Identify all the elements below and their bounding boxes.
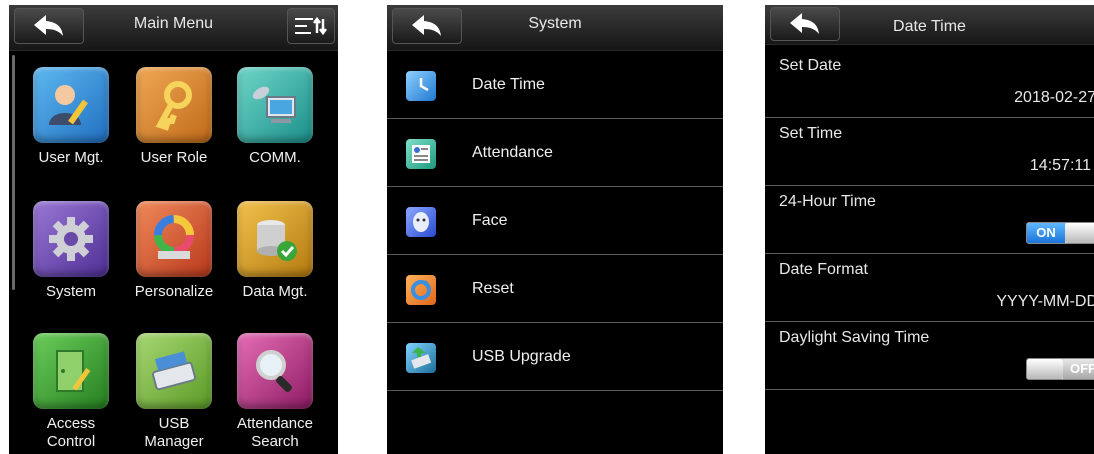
- list-item-face[interactable]: Face: [387, 188, 723, 255]
- sort-button[interactable]: [287, 8, 335, 44]
- setting-label: 24-Hour Time: [779, 193, 876, 210]
- list-item-usb-upgrade[interactable]: USB Upgrade: [387, 324, 723, 391]
- menu-item-label: Data Mgt.: [242, 283, 308, 300]
- setting-label: Date Format: [779, 261, 868, 278]
- menu-item-label: User Role: [140, 149, 208, 166]
- menu-item-label: Attendance Search: [237, 415, 313, 450]
- toggle-knob: [1027, 359, 1063, 379]
- magnifier-icon: [237, 333, 313, 409]
- list-item-label: USB Upgrade: [472, 348, 571, 365]
- user-edit-icon: [33, 67, 109, 143]
- key-icon: [136, 67, 212, 143]
- menu-item-attendance-search[interactable]: Attendance Search: [225, 333, 325, 453]
- setting-24-hour-time[interactable]: 24-Hour Time ON: [765, 187, 1094, 254]
- scrollbar[interactable]: [12, 55, 15, 290]
- setting-set-time[interactable]: Set Time 14:57:11: [765, 119, 1094, 186]
- menu-item-system[interactable]: System: [21, 201, 121, 321]
- menu-item-user-mgt[interactable]: User Mgt.: [21, 67, 121, 187]
- setting-date-format[interactable]: Date Format YYYY-MM-DD: [765, 255, 1094, 322]
- door-pen-icon: [33, 333, 109, 409]
- reset-icon: [406, 275, 436, 305]
- clock-icon: [406, 71, 436, 101]
- toggle-off-label: OFF: [1063, 359, 1094, 379]
- menu-item-personalize[interactable]: Personalize: [124, 201, 224, 321]
- menu-item-label: Access Control: [46, 415, 96, 450]
- dst-toggle[interactable]: OFF: [1026, 358, 1094, 380]
- usb-upgrade-icon: [406, 343, 436, 373]
- list-item-label: Attendance: [472, 144, 553, 161]
- setting-set-date[interactable]: Set Date 2018-02-27: [765, 51, 1094, 118]
- date-time-screen: Date Time Set Date 2018-02-27 Set Time 1…: [765, 5, 1094, 454]
- setting-label: Daylight Saving Time: [779, 329, 930, 346]
- gear-icon: [33, 201, 109, 277]
- menu-item-comm[interactable]: COMM.: [225, 67, 325, 187]
- face-icon: [406, 207, 436, 237]
- 24-hour-toggle[interactable]: ON: [1026, 222, 1094, 244]
- menu-item-data-mgt[interactable]: Data Mgt.: [225, 201, 325, 321]
- list-item-attendance[interactable]: Attendance: [387, 120, 723, 187]
- list-item-label: Date Time: [472, 76, 545, 93]
- list-item-label: Face: [472, 212, 508, 229]
- color-wheel-icon: [136, 201, 212, 277]
- setting-value: 2018-02-27: [1014, 89, 1094, 106]
- setting-value: YYYY-MM-DD: [996, 293, 1094, 310]
- toggle-knob: [1065, 223, 1094, 243]
- menu-item-access-control[interactable]: Access Control: [21, 333, 121, 453]
- menu-item-label: Personalize: [134, 283, 214, 300]
- network-computer-icon: [237, 67, 313, 143]
- toggle-on-label: ON: [1027, 223, 1065, 243]
- list-item-reset[interactable]: Reset: [387, 256, 723, 323]
- menu-item-user-role[interactable]: User Role: [124, 67, 224, 187]
- system-titlebar: System: [387, 5, 723, 51]
- main-menu-titlebar: Main Menu: [9, 5, 338, 51]
- setting-label: Set Date: [779, 57, 842, 74]
- setting-label: Set Time: [779, 125, 843, 142]
- menu-item-usb-manager[interactable]: USB Manager: [124, 333, 224, 453]
- system-screen: System Date Time Attendance Face Reset U…: [387, 5, 723, 454]
- page-title: Date Time: [893, 18, 966, 35]
- page-title: System: [528, 15, 582, 32]
- setting-daylight-saving-time[interactable]: Daylight Saving Time OFF: [765, 323, 1094, 390]
- menu-item-label: USB Manager: [144, 415, 204, 450]
- usb-drive-icon: [136, 333, 212, 409]
- main-menu-screen: Main Menu User Mgt. User Role COMM. Syst…: [9, 5, 338, 454]
- date-time-titlebar: Date Time: [765, 5, 1094, 45]
- list-item-date-time[interactable]: Date Time: [387, 52, 723, 119]
- setting-value: 14:57:11: [1029, 157, 1091, 174]
- attendance-icon: [406, 139, 436, 169]
- menu-item-label: System: [45, 283, 96, 300]
- menu-item-label: COMM.: [249, 149, 301, 166]
- list-item-label: Reset: [472, 280, 514, 297]
- database-check-icon: [237, 201, 313, 277]
- sort-list-icon: [295, 16, 327, 36]
- menu-item-label: User Mgt.: [38, 149, 104, 166]
